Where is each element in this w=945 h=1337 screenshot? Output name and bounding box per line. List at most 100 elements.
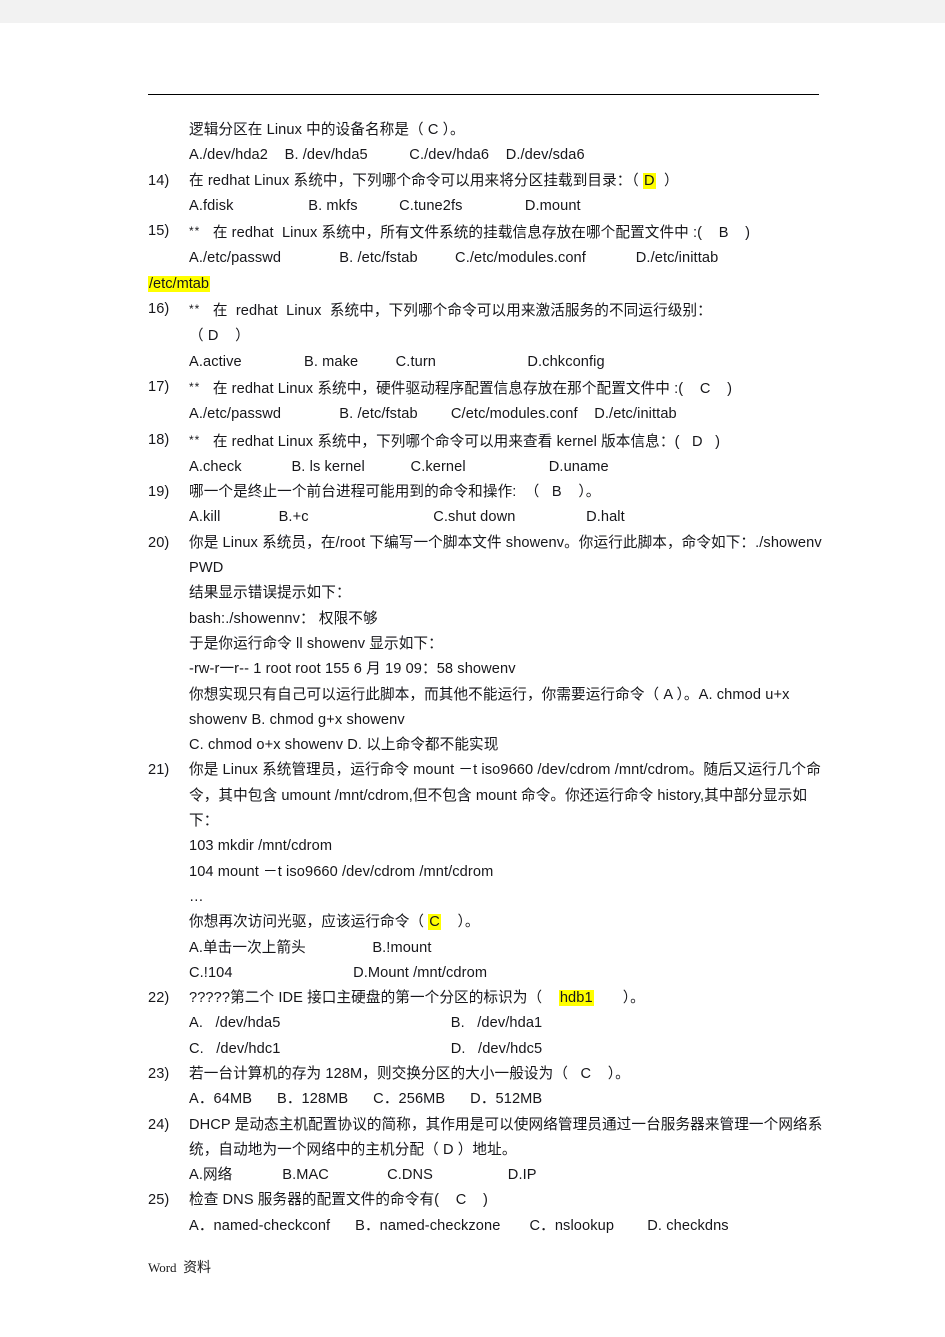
question-stem: ** 在 redhat Linux 系统中，所有文件系统的挂载信息存放在哪个配置… bbox=[189, 219, 823, 246]
question-options: A.kill B.+c C.shut down D.halt bbox=[189, 509, 625, 526]
emphasis-stars: ** bbox=[189, 379, 201, 394]
question-body: ** 在 redhat Linux 系统中，下列哪个命令可以用来查看 kerne… bbox=[189, 428, 823, 481]
question-stem: 在 redhat Linux 系统中，下列哪个命令可以用来将分区挂载到目录：（ … bbox=[189, 169, 823, 194]
footer-label-latin: Word bbox=[148, 1260, 177, 1275]
question-number: 22) bbox=[148, 990, 170, 1007]
question-stem: 若一台计算机的存为 128M，则交换分区的大小一般设为（ C ）。 bbox=[189, 1065, 630, 1082]
question-stem: DHCP 是动态主机配置协议的简称，其作用是可以使网络管理员通过一台服务器来管理… bbox=[189, 1116, 823, 1158]
question-stem: 检查 DNS 服务器的配置文件的命令有( C ) bbox=[189, 1192, 488, 1209]
terminal-output-line: -rw-r一r-- 1 root root 155 6 月 19 09：58 s… bbox=[189, 661, 516, 678]
stem-text: 在 redhat Linux 系统中，下列哪个命令可以用来激活服务的不同运行级别… bbox=[212, 303, 712, 320]
question-body: ** 在 redhat Linux 系统中，所有文件系统的挂载信息存放在哪个配置… bbox=[189, 219, 823, 272]
question-body: 逻辑分区在 Linux 中的设备名称是（ C ）。 A./dev/hda2 B.… bbox=[189, 118, 823, 169]
question-item: 14) 在 redhat Linux 系统中，下列哪个命令可以用来将分区挂载到目… bbox=[148, 169, 823, 220]
question-ask-line: 你想再次访问光驱，应该运行命令（ C ）。 bbox=[189, 910, 823, 935]
question-item: 16) ** 在 redhat Linux 系统中，下列哪个命令可以用来激活服务… bbox=[148, 297, 823, 375]
question-stem: ** 在 redhat Linux 系统中，下列哪个命令可以用来激活服务的不同运… bbox=[189, 297, 823, 324]
question-stem: 逻辑分区在 Linux 中的设备名称是（ C ）。 bbox=[189, 122, 465, 138]
header-divider-rule bbox=[148, 94, 819, 95]
question-number: 18) bbox=[148, 431, 170, 448]
question-options: A．named-checkconf B．named-checkzone C．ns… bbox=[189, 1217, 729, 1234]
question-body: 你是 Linux 系统员，在/root 下编写一个脚本文件 showenv。你运… bbox=[189, 531, 823, 759]
stem-text-before-answer: ?????第二个 IDE 接口主硬盘的第一个分区的标识为（ bbox=[189, 990, 559, 1007]
question-body: ?????第二个 IDE 接口主硬盘的第一个分区的标识为（ hdb1 ）。 A.… bbox=[189, 986, 823, 1062]
ask-text-before-answer: 你想再次访问光驱，应该运行命令（ bbox=[189, 914, 429, 931]
question-number: 20) bbox=[148, 534, 170, 551]
emphasis-stars: ** bbox=[189, 224, 201, 239]
scenario-line: 结果显示错误提示如下： bbox=[189, 585, 351, 602]
question-stem: 哪一个是终止一个前台进程可能用到的命令和操作: （ B ）。 bbox=[189, 484, 601, 501]
highlighted-note-text: /etc/mtab bbox=[148, 275, 211, 292]
question-body: 检查 DNS 服务器的配置文件的命令有( C ) A．named-checkco… bbox=[189, 1188, 823, 1239]
question-item: 21) 你是 Linux 系统管理员，运行命令 mount －t iso9660… bbox=[148, 758, 823, 986]
ask-text-after-answer: ）。 bbox=[440, 914, 480, 931]
question-number: 21) bbox=[148, 762, 170, 779]
highlighted-answer: C bbox=[428, 914, 441, 931]
stem-text: 在 redhat Linux 系统中，硬件驱动程序配置信息存放在那个配置文件中 … bbox=[212, 380, 733, 397]
footer-label-cn: 资料 bbox=[183, 1259, 212, 1275]
question-item: 18) ** 在 redhat Linux 系统中，下列哪个命令可以用来查看 k… bbox=[148, 428, 823, 481]
question-item: 17) ** 在 redhat Linux 系统中，硬件驱动程序配置信息存放在那… bbox=[148, 375, 823, 428]
stem-text: 在 redhat Linux 系统中，下列哪个命令可以用来查看 kernel 版… bbox=[212, 433, 721, 450]
scenario-line: 于是你运行命令 ll showenv 显示如下： bbox=[189, 635, 443, 652]
document-page: 逻辑分区在 Linux 中的设备名称是（ C ）。 A./dev/hda2 B.… bbox=[0, 23, 945, 1337]
question-number: 23) bbox=[148, 1065, 170, 1082]
question-number: 15) bbox=[148, 223, 170, 240]
question-answer-line: （ D ） bbox=[189, 328, 250, 345]
question-stem: ?????第二个 IDE 接口主硬盘的第一个分区的标识为（ hdb1 ）。 bbox=[189, 986, 823, 1011]
stem-text-after-answer: ） bbox=[655, 172, 679, 189]
question-options: A.网络 B.MAC C.DNS D.IP bbox=[189, 1167, 537, 1184]
question-options: C. /dev/hdc1 D. /dev/hdc5 bbox=[189, 1040, 543, 1057]
question-options: A.check B. ls kernel C.kernel D.uname bbox=[189, 458, 609, 475]
question-item: 逻辑分区在 Linux 中的设备名称是（ C ）。 A./dev/hda2 B.… bbox=[148, 118, 823, 169]
question-stem: ** 在 redhat Linux 系统中，下列哪个命令可以用来查看 kerne… bbox=[189, 428, 823, 455]
stem-text-before-answer: 在 redhat Linux 系统中，下列哪个命令可以用来将分区挂载到目录：（ bbox=[189, 172, 644, 189]
history-entry-line: 103 mkdir /mnt/cdrom bbox=[189, 838, 333, 855]
question-number: 25) bbox=[148, 1192, 170, 1209]
emphasis-stars: ** bbox=[189, 432, 201, 447]
question-options: A.active B. make C.turn D.chkconfig bbox=[189, 353, 605, 370]
question-item: 25) 检查 DNS 服务器的配置文件的命令有( C ) A．named-che… bbox=[148, 1188, 823, 1239]
question-item: 22) ?????第二个 IDE 接口主硬盘的第一个分区的标识为（ hdb1 ）… bbox=[148, 986, 823, 1062]
question-stem: 你是 Linux 系统管理员，运行命令 mount －t iso9660 /de… bbox=[189, 762, 821, 830]
question-options: A./etc/passwd B. /etc/fstab C./etc/modul… bbox=[189, 250, 719, 267]
question-options: A.fdisk B. mkfs C.tune2fs D.mount bbox=[189, 197, 581, 214]
history-entry-line: 104 mount －t iso9660 /dev/cdrom /mnt/cdr… bbox=[189, 863, 494, 880]
question-item: 20) 你是 Linux 系统员，在/root 下编写一个脚本文件 showen… bbox=[148, 531, 823, 759]
question-item: 24) DHCP 是动态主机配置协议的简称，其作用是可以使网络管理员通过一台服务… bbox=[148, 1113, 823, 1189]
question-body: DHCP 是动态主机配置协议的简称，其作用是可以使网络管理员通过一台服务器来管理… bbox=[189, 1113, 823, 1189]
question-stem: 你是 Linux 系统员，在/root 下编写一个脚本文件 showenv。你运… bbox=[189, 534, 822, 577]
question-number: 14) bbox=[148, 172, 170, 189]
stem-text-after-answer: ）。 bbox=[593, 990, 645, 1007]
question-item: 23) 若一台计算机的存为 128M，则交换分区的大小一般设为（ C ）。 A．… bbox=[148, 1062, 823, 1113]
question-body: 哪一个是终止一个前台进程可能用到的命令和操作: （ B ）。 A.kill B.… bbox=[189, 480, 823, 531]
question-options: A. /dev/hda5 B. /dev/hda1 bbox=[189, 1015, 543, 1032]
question-options: A./dev/hda2 B. /dev/hda5 C./dev/hda6 D./… bbox=[189, 147, 585, 164]
emphasis-stars: ** bbox=[189, 302, 201, 317]
question-number: 19) bbox=[148, 484, 170, 501]
question-options: A./etc/passwd B. /etc/fstab C/etc/module… bbox=[189, 406, 677, 423]
question-number: 24) bbox=[148, 1116, 170, 1133]
highlighted-answer: D bbox=[643, 172, 656, 189]
question-body: 你是 Linux 系统管理员，运行命令 mount －t iso9660 /de… bbox=[189, 758, 823, 986]
terminal-output-line: bash:./showennv： 权限不够 bbox=[189, 610, 378, 627]
question-body: ** 在 redhat Linux 系统中，下列哪个命令可以用来激活服务的不同运… bbox=[189, 297, 823, 375]
question-body: 在 redhat Linux 系统中，下列哪个命令可以用来将分区挂载到目录：（ … bbox=[189, 169, 823, 220]
question-body: ** 在 redhat Linux 系统中，硬件驱动程序配置信息存放在那个配置文… bbox=[189, 375, 823, 428]
document-body: 逻辑分区在 Linux 中的设备名称是（ C ）。 A./dev/hda2 B.… bbox=[148, 118, 823, 1239]
question-number: 16) bbox=[148, 301, 170, 318]
highlighted-answer: hdb1 bbox=[558, 990, 594, 1007]
question-item: 19) 哪一个是终止一个前台进程可能用到的命令和操作: （ B ）。 A.kil… bbox=[148, 480, 823, 531]
question-number: 17) bbox=[148, 378, 170, 395]
question-options: A．64MB B．128MB C．256MB D．512MB bbox=[189, 1091, 543, 1108]
page-footer: Word 资料 bbox=[148, 1257, 211, 1277]
question-body: 若一台计算机的存为 128M，则交换分区的大小一般设为（ C ）。 A．64MB… bbox=[189, 1062, 823, 1113]
question-options: A.单击一次上箭头 B.!mount bbox=[189, 939, 432, 956]
question-ask-and-options: 你想实现只有自己可以运行此脚本，而其他不能运行，你需要运行命令（ A ）。A. … bbox=[189, 686, 790, 728]
question-options: C.!104 D.Mount /mnt/cdrom bbox=[189, 964, 488, 981]
question-options: C. chmod o+x showenv D. 以上命令都不能实现 bbox=[189, 737, 499, 754]
stem-text: 在 redhat Linux 系统中，所有文件系统的挂载信息存放在哪个配置文件中… bbox=[212, 225, 751, 242]
question-item: 15) ** 在 redhat Linux 系统中，所有文件系统的挂载信息存放在… bbox=[148, 219, 823, 272]
history-ellipsis-line: … bbox=[189, 888, 204, 905]
question-stem: ** 在 redhat Linux 系统中，硬件驱动程序配置信息存放在那个配置文… bbox=[189, 375, 823, 402]
